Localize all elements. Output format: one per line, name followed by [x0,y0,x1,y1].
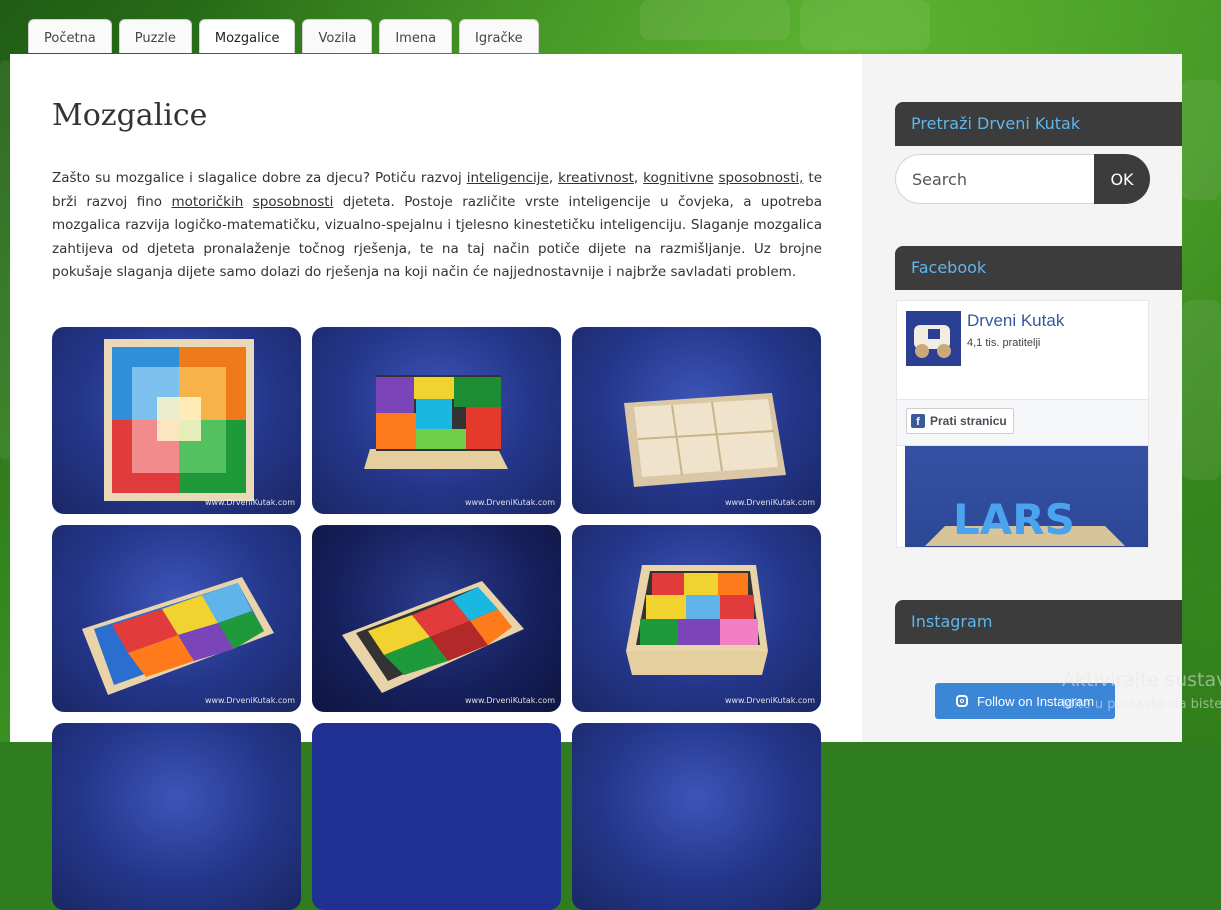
intro-text: Zašto su mozgalice i slagalice dobre za … [52,170,467,186]
tetris-puzzle-illustration [626,565,768,675]
gallery-image[interactable]: www.DrveniKutak.com [52,327,301,514]
search-button[interactable]: OK [1094,154,1150,204]
gallery-image[interactable]: www.DrveniKutak.com [312,327,561,514]
watermark: www.DrveniKutak.com [464,498,555,507]
facebook-page-plugin: Drveni Kutak 4,1 tis. pratitelji f Prati… [896,300,1149,548]
main-content: Mozgalice Zašto su mozgalice i slagalice… [10,54,862,910]
watermark: www.DrveniKutak.com [724,696,815,705]
main-nav-tabs: Početna Puzzle Mozgalice Vozila Imena Ig… [28,19,539,53]
facebook-widget-title: Facebook [895,246,1182,290]
tab-igracke[interactable]: Igračke [459,19,539,53]
fb-action-bar: f Prati stranicu [897,399,1148,446]
gallery-image[interactable]: www.DrveniKutak.com [572,327,821,514]
link-kognitivne[interactable]: kognitivne [643,170,713,186]
gallery-image[interactable]: www.DrveniKutak.com [312,525,561,712]
pentomino-puzzle-illustration [342,581,524,693]
link-kreativnost[interactable]: kreativnost [558,170,634,186]
watermark: www.DrveniKutak.com [464,696,555,705]
fb-followers-count: 4,1 tis. pratitelji [967,337,1041,349]
tab-pocetna[interactable]: Početna [28,19,112,53]
watermark: www.DrveniKutak.com [204,696,295,705]
pentomino-puzzle-illustration [82,577,274,695]
windows-activation-title: Aktivirajte sustav [1062,669,1221,691]
intro-text: , [633,170,644,186]
fb-page-name[interactable]: Drveni Kutak [967,311,1064,331]
gallery-image[interactable] [572,723,821,910]
fb-page-avatar[interactable] [906,311,961,366]
link-sposobnosti-2[interactable]: sposobnosti [253,194,334,210]
puzzle-blocks-illustration [364,375,508,469]
gallery-image[interactable]: www.DrveniKutak.com [52,525,301,712]
page-title: Mozgalice [52,98,208,133]
instagram-widget-title: Instagram [895,600,1182,644]
search-widget-title: Pretraži Drveni Kutak [895,102,1182,146]
name-puzzle-illustration: LARS [925,495,1125,546]
link-motorickih[interactable]: motoričkih [171,194,243,210]
search-input[interactable] [895,154,1105,204]
puzzle-square-illustration [104,339,254,501]
instagram-icon [955,695,968,707]
facebook-icon: f [911,414,925,428]
wooden-car-icon [914,325,951,358]
intro-text: , [548,170,559,186]
gallery-image[interactable] [52,723,301,910]
gallery-image[interactable]: www.DrveniKutak.com [572,525,821,712]
fb-cover-text: LARS [953,495,1075,544]
watermark: www.DrveniKutak.com [724,498,815,507]
tab-imena[interactable]: Imena [379,19,453,53]
intro-text [243,194,252,210]
link-sposobnosti[interactable]: sposobnosti, [719,170,804,186]
windows-activation-subtitle: Idite u postavke da biste [1062,697,1221,712]
tab-puzzle[interactable]: Puzzle [118,19,192,53]
tab-vozila[interactable]: Vozila [302,19,373,53]
fb-cover-image[interactable]: LARS [905,446,1148,547]
gallery-image[interactable] [312,723,561,910]
tab-mozgalice[interactable]: Mozgalice [198,19,296,53]
fb-follow-button[interactable]: f Prati stranicu [906,408,1014,434]
sidebar: Pretraži Drveni Kutak OK Facebook Drveni… [862,54,1182,742]
watermark: www.DrveniKutak.com [204,498,295,507]
intro-paragraph: Zašto su mozgalice i slagalice dobre za … [52,167,822,285]
link-inteligencije[interactable]: inteligencije [467,170,549,186]
natural-puzzle-illustration [624,393,786,487]
fb-follow-label: Prati stranicu [930,414,1007,428]
